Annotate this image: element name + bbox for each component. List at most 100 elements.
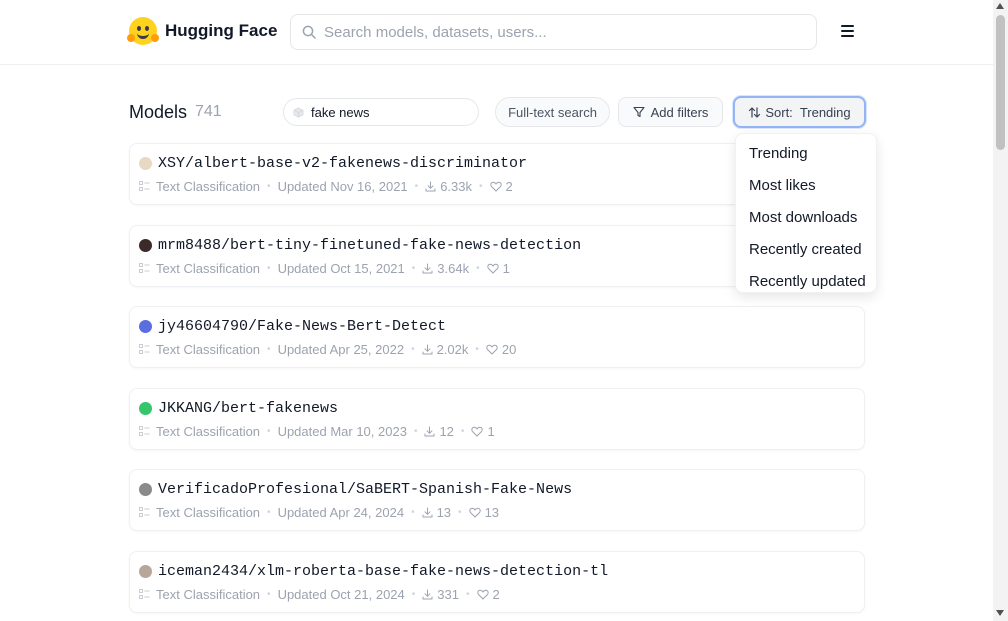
model-meta: Text Classification • Updated Oct 21, 2024… — [139, 587, 500, 602]
heart-icon — [468, 507, 481, 518]
downloads-count: 6.33k — [440, 179, 472, 194]
likes-count: 1 — [502, 261, 510, 276]
model-name-link[interactable]: jy46604790/Fake-News-Bert-Detect — [158, 318, 446, 335]
hugging-face-emoji-icon — [127, 17, 159, 45]
model-card[interactable]: jy46604790/Fake-News-Bert-Detect Text Cla… — [129, 306, 865, 368]
text-classification-icon — [139, 344, 150, 354]
heart-icon — [486, 263, 499, 274]
downloads-count: 12 — [439, 424, 454, 439]
task-label: Text Classification — [156, 587, 261, 602]
heart-icon — [489, 181, 502, 192]
separator-dot: • — [411, 344, 415, 355]
filter-by-name-input[interactable] — [311, 104, 461, 120]
model-name-link[interactable]: iceman2434/xlm-roberta-base-fake-news-de… — [158, 563, 608, 580]
full-text-search-button[interactable]: Full-text search — [495, 97, 610, 127]
model-meta: Text Classification • Updated Apr 25, 2022… — [139, 342, 516, 357]
updated-date: Updated Oct 21, 2024 — [277, 587, 405, 602]
sort-button[interactable]: Sort: Trending — [733, 96, 866, 128]
downloads-count: 331 — [437, 587, 459, 602]
separator-dot: • — [267, 507, 271, 518]
separator-dot: • — [411, 589, 416, 600]
separator-dot: • — [267, 263, 271, 274]
model-card[interactable]: VerificadoProfesional/SaBERT-Spanish-Fak… — [129, 469, 865, 531]
text-classification-icon — [139, 263, 150, 273]
separator-dot: • — [267, 426, 271, 437]
likes-count: 1 — [487, 424, 495, 439]
text-classification-icon — [139, 426, 150, 436]
add-filters-button[interactable]: Add filters — [618, 97, 723, 127]
model-meta: Text Classification • Updated Nov 16, 2021… — [139, 179, 513, 194]
hugging-face-logo[interactable]: Hugging Face — [127, 17, 277, 45]
heart-icon — [471, 426, 484, 437]
model-card[interactable]: iceman2434/xlm-roberta-base-fake-news-de… — [129, 551, 865, 613]
sort-option-trending[interactable]: Trending — [736, 138, 876, 170]
global-search-box[interactable] — [290, 14, 817, 50]
global-search-input[interactable] — [324, 23, 794, 41]
model-name-link[interactable]: JKKANG/bert-fakenews — [158, 400, 338, 417]
likes-count: 13 — [484, 505, 500, 520]
model-name-link[interactable]: XSY/albert-base-v2-fakenews-discriminato… — [158, 155, 527, 172]
page-scrollbar[interactable] — [993, 0, 1008, 621]
sort-option-most-likes[interactable]: Most likes — [736, 170, 876, 202]
separator-dot: • — [267, 589, 271, 600]
text-classification-icon — [139, 507, 150, 517]
task-label: Text Classification — [156, 342, 261, 357]
separator-dot: • — [267, 181, 271, 192]
download-icon — [422, 344, 433, 355]
filter-by-name-box[interactable] — [283, 98, 479, 126]
task-label: Text Classification — [156, 424, 261, 439]
author-avatar — [139, 565, 152, 578]
heart-icon — [476, 589, 489, 600]
heart-icon — [486, 344, 498, 355]
updated-date: Updated Mar 10, 2023 — [277, 424, 407, 439]
updated-date: Updated Nov 16, 2021 — [277, 179, 408, 194]
download-icon — [425, 181, 436, 192]
separator-dot: • — [479, 181, 483, 192]
download-icon — [424, 426, 435, 437]
separator-dot: • — [414, 181, 419, 192]
sort-option-most-downloads[interactable]: Most downloads — [736, 202, 876, 234]
separator-dot: • — [267, 344, 271, 355]
separator-dot: • — [413, 426, 418, 437]
author-avatar — [139, 157, 152, 170]
likes-count: 20 — [501, 342, 517, 357]
separator-dot: • — [465, 589, 470, 600]
author-avatar — [139, 239, 152, 252]
model-card[interactable]: JKKANG/bert-fakenews Text Classification •… — [129, 388, 865, 450]
text-classification-icon — [139, 181, 150, 191]
hamburger-menu-icon[interactable] — [836, 22, 858, 42]
downloads-count: 13 — [436, 505, 452, 520]
sort-option-recently-created[interactable]: Recently created — [736, 234, 876, 266]
separator-dot: • — [460, 426, 465, 437]
top-navbar: Hugging Face — [0, 0, 993, 65]
download-icon — [422, 507, 433, 518]
author-avatar — [139, 320, 152, 333]
separator-dot: • — [411, 263, 416, 274]
scroll-down-arrow-icon[interactable] — [996, 610, 1004, 616]
author-avatar — [139, 483, 152, 496]
filter-icon — [633, 106, 645, 118]
model-meta: Text Classification • Updated Apr 24, 2024… — [139, 505, 499, 520]
scroll-up-arrow-icon[interactable] — [996, 3, 1004, 9]
sort-option-recently-updated[interactable]: Recently updated — [736, 266, 876, 298]
sort-value: Trending — [799, 104, 851, 120]
likes-count: 2 — [505, 179, 513, 194]
sort-dropdown-menu: Trending Most likes Most downloads Recen… — [735, 133, 877, 293]
cube-icon — [293, 107, 304, 117]
model-name-link[interactable]: mrm8488/bert-tiny-finetuned-fake-news-de… — [158, 237, 581, 254]
model-name-link[interactable]: VerificadoProfesional/SaBERT-Spanish-Fak… — [158, 481, 572, 498]
downloads-count: 2.02k — [436, 342, 469, 357]
sort-arrows-icon — [749, 106, 761, 118]
separator-dot: • — [458, 507, 462, 518]
models-count: 741 — [195, 103, 222, 120]
likes-count: 2 — [492, 587, 500, 602]
scrollbar-thumb[interactable] — [996, 15, 1005, 150]
updated-date: Updated Oct 15, 2021 — [277, 261, 405, 276]
separator-dot: • — [475, 344, 479, 355]
updated-date: Updated Apr 24, 2024 — [277, 505, 405, 520]
downloads-count: 3.64k — [437, 261, 470, 276]
task-label: Text Classification — [156, 505, 261, 520]
sort-prefix: Sort: — [765, 104, 793, 120]
text-classification-icon — [139, 589, 150, 599]
author-avatar — [139, 402, 152, 415]
